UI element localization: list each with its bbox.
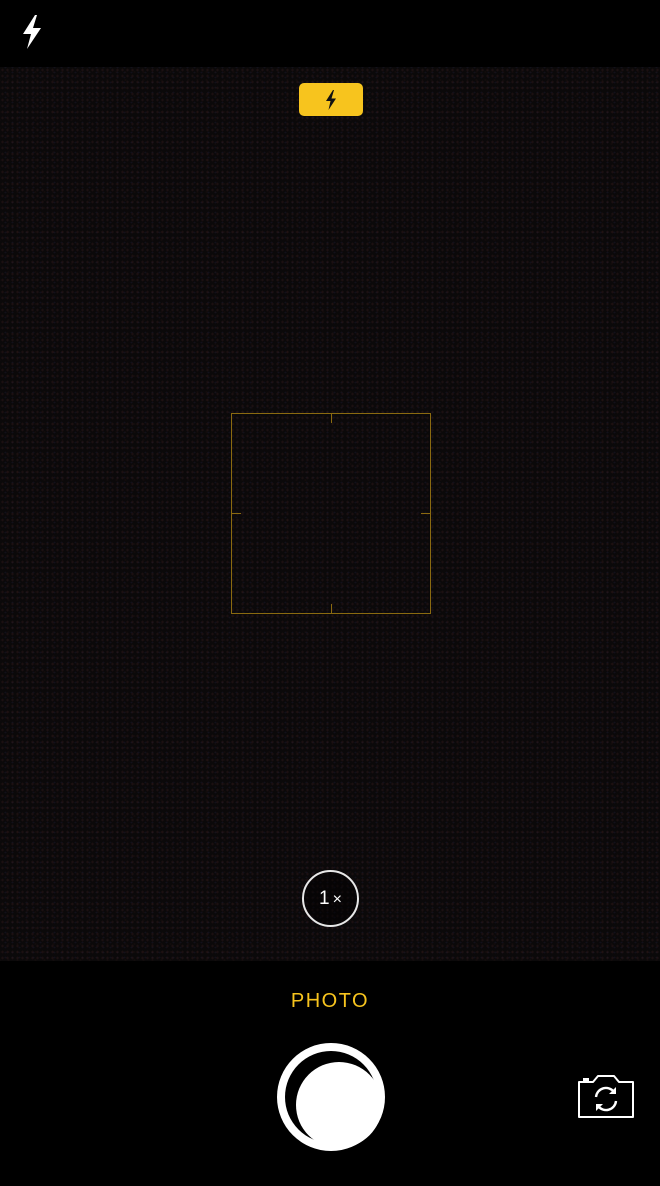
flash-on-indicator[interactable]	[299, 83, 363, 116]
focus-tick-bottom	[331, 604, 332, 613]
focus-tick-left	[232, 513, 241, 514]
zoom-button[interactable]: 1 ×	[302, 870, 359, 927]
mode-label-photo[interactable]: PHOTO	[0, 990, 660, 1013]
flash-toggle-button[interactable]	[14, 12, 50, 52]
lightning-bolt-icon	[23, 15, 41, 49]
focus-box	[231, 413, 431, 614]
top-bar	[0, 0, 660, 67]
camera-flip-icon	[578, 1075, 634, 1118]
lightning-bolt-icon	[326, 89, 336, 110]
flip-camera-button[interactable]	[575, 1073, 637, 1121]
focus-tick-right	[421, 513, 430, 514]
focus-tick-top	[331, 414, 332, 423]
zoom-value: 1	[319, 887, 330, 909]
shutter-ring	[285, 1051, 382, 1148]
shutter-button[interactable]	[277, 1043, 385, 1151]
shutter-inner	[296, 1062, 382, 1148]
zoom-suffix: ×	[332, 891, 342, 908]
